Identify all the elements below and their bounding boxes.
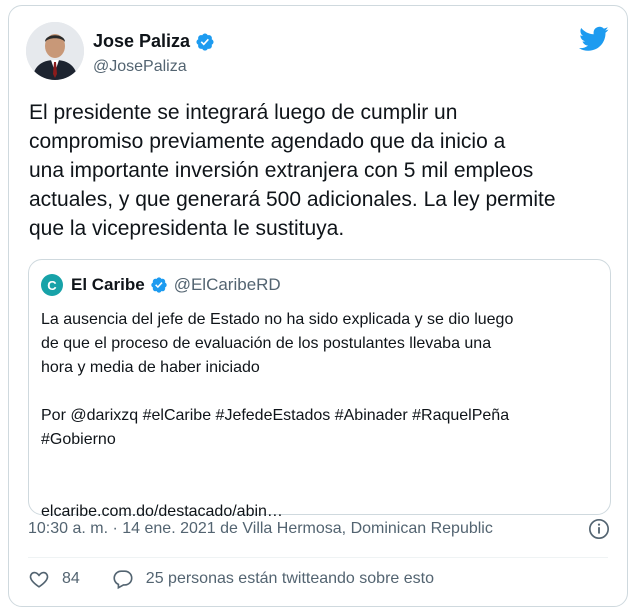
quoted-body: La ausencia del jefe de Estado no ha sid… xyxy=(41,311,514,448)
quoted-link[interactable]: elcaribe.com.do/destacado/abin… xyxy=(41,503,283,520)
quoted-avatar[interactable]: C xyxy=(41,274,63,296)
quoted-author-handle[interactable]: @ElCaribeRD xyxy=(174,275,281,295)
divider xyxy=(28,557,608,558)
tweet-actions: 84 25 personas están twitteando sobre es… xyxy=(28,568,434,590)
tweet-text: El presidente se integrará luego de cump… xyxy=(29,101,556,240)
verified-badge-icon xyxy=(151,277,167,293)
heart-icon xyxy=(29,571,49,588)
tweet-timestamp[interactable]: 10:30 a. m. · 14 ene. 2021 de Villa Herm… xyxy=(28,520,493,538)
quoted-tweet[interactable]: C El Caribe @ElCaribeRD La ausencia del … xyxy=(28,259,611,520)
info-icon[interactable] xyxy=(588,518,610,540)
talking-count-text: 25 personas están twitteando sobre esto xyxy=(145,570,434,587)
twitter-bird-icon[interactable] xyxy=(579,26,609,52)
like-button[interactable]: 84 xyxy=(28,568,80,590)
quoted-avatar-letter: C xyxy=(47,277,57,293)
reply-button[interactable]: 25 personas están twitteando sobre esto xyxy=(112,568,434,590)
comment-bubble-icon xyxy=(113,570,133,590)
tweet-card: Jose Paliza @JosePaliza El presidente se… xyxy=(8,5,628,607)
verified-badge-icon xyxy=(196,32,214,51)
quoted-text: La ausencia del jefe de Estado no ha sid… xyxy=(41,308,601,524)
author-name-row: Jose Paliza xyxy=(93,31,215,52)
author-name[interactable]: Jose Paliza xyxy=(93,31,190,52)
like-count: 84 xyxy=(62,570,80,587)
author-photo xyxy=(26,22,84,80)
quoted-author-name[interactable]: El Caribe xyxy=(71,275,145,295)
author-avatar[interactable] xyxy=(26,22,84,80)
quoted-header: C El Caribe @ElCaribeRD xyxy=(41,274,281,296)
author-handle[interactable]: @JosePaliza xyxy=(93,58,187,76)
